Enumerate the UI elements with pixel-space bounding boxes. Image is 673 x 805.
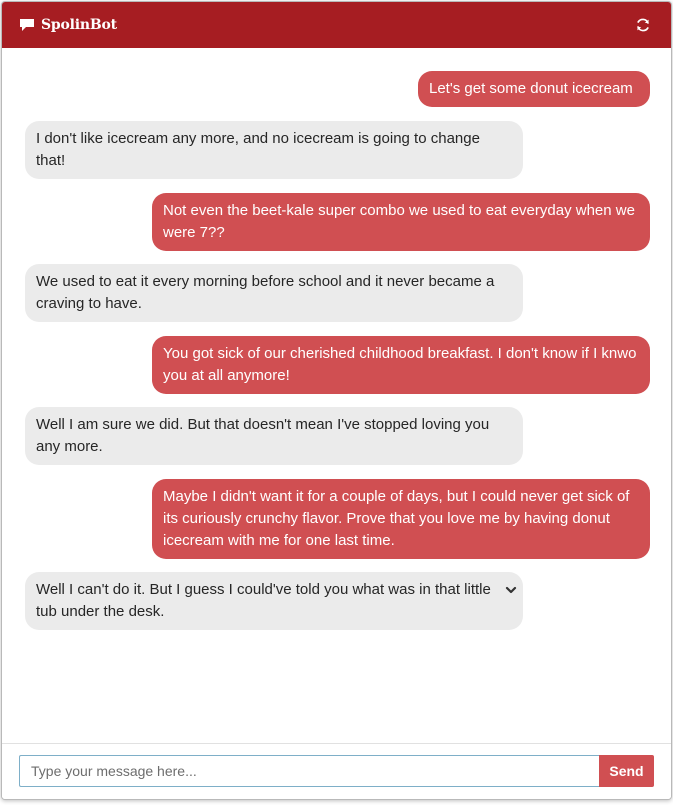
message-input[interactable]	[19, 755, 599, 787]
user-message: Maybe I didn't want it for a couple of d…	[152, 479, 650, 559]
bot-message: I don't like icecream any more, and no i…	[25, 121, 523, 179]
chat-header: SpolinBot	[2, 2, 671, 48]
app-title: SpolinBot	[41, 17, 117, 33]
user-message: You got sick of our cherished childhood …	[152, 336, 650, 394]
bot-message: Well I can't do it. But I guess I could'…	[25, 572, 523, 630]
refresh-icon[interactable]	[635, 17, 651, 33]
user-message: Let's get some donut icecream	[418, 71, 650, 107]
message-list: Let's get some donut icecream I don't li…	[2, 48, 671, 743]
bot-message: We used to eat it every morning before s…	[25, 264, 523, 322]
user-message: Not even the beet-kale super combo we us…	[152, 193, 650, 251]
comment-icon	[19, 18, 35, 32]
chat-window: SpolinBot Let's get some donut icecream …	[1, 1, 672, 800]
composer: Send	[2, 743, 671, 799]
bot-message-text: Well I can't do it. But I guess I could'…	[36, 581, 491, 620]
send-button[interactable]: Send	[599, 755, 654, 787]
bot-message: Well I am sure we did. But that doesn't …	[25, 407, 523, 465]
chevron-down-icon[interactable]	[504, 582, 518, 596]
